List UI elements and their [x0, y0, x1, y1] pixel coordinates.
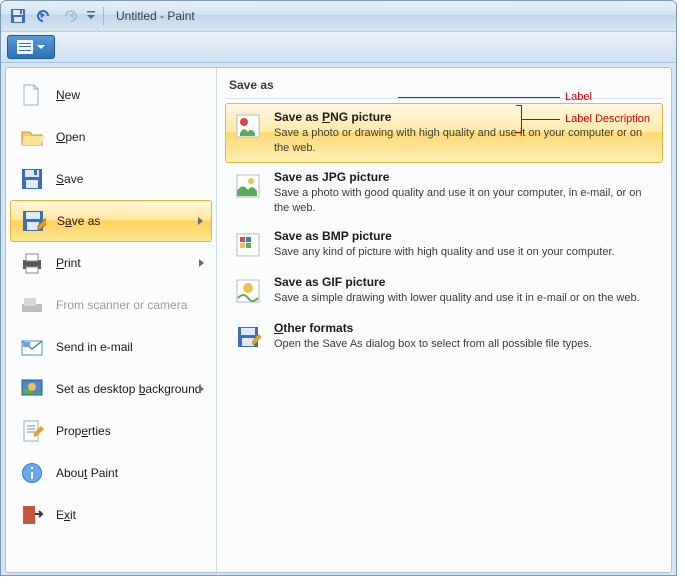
option-description: Save any kind of picture with high quali…	[274, 245, 656, 260]
save-icon	[18, 165, 46, 193]
saveas-option-bmp[interactable]: Save as BMP picture Save any kind of pict…	[225, 222, 663, 268]
menu-item-about-paint[interactable]: About Paint	[10, 452, 212, 494]
saveas-icon	[19, 207, 47, 235]
application-menu-button[interactable]	[7, 35, 55, 59]
gif-icon	[232, 275, 264, 307]
menu-item-label: Open	[56, 130, 85, 144]
option-title: Save as BMP picture	[274, 229, 656, 243]
print-icon	[18, 249, 46, 277]
new-icon	[18, 81, 46, 109]
about-icon	[18, 459, 46, 487]
saveas-option-png[interactable]: Save as PNG pictureSave a photo or drawi…	[225, 103, 663, 163]
option-description: Open the Save As dialog box to select fr…	[274, 337, 656, 352]
redo-icon[interactable]	[59, 5, 81, 27]
ribbon-tab-strip	[1, 31, 676, 63]
bmp-icon	[232, 229, 264, 261]
undo-icon[interactable]	[33, 5, 55, 27]
annotation-line	[398, 97, 560, 98]
submenu-arrow-icon	[199, 259, 204, 267]
application-menu-panel: New Open Save Save as Print From scanner or c…	[5, 67, 672, 573]
menu-item-label: From scanner or camera	[56, 298, 187, 312]
menu-item-label: Print	[56, 256, 81, 270]
menu-item-properties[interactable]: Properties	[10, 410, 212, 452]
paint-window: Untitled - Paint New Open Save Save as Print…	[0, 0, 677, 576]
menu-item-label: Save as	[57, 214, 100, 228]
submenu-arrow-icon	[198, 217, 203, 225]
menu-item-open[interactable]: Open	[10, 116, 212, 158]
quick-access-toolbar	[7, 5, 106, 27]
option-description: Save a photo with good quality and use i…	[274, 186, 656, 216]
menu-item-send-in-e-mail[interactable]: Send in e-mail	[10, 326, 212, 368]
saveas-option-gif[interactable]: Save as GIF picture Save a simple drawing…	[225, 268, 663, 314]
menu-item-save[interactable]: Save	[10, 158, 212, 200]
chevron-down-icon	[37, 45, 45, 49]
option-title: Save as JPG picture	[274, 170, 656, 184]
saveas-header: Save as	[225, 74, 663, 99]
saveas-option-other[interactable]: Other formats Open the Save As dialog box…	[225, 314, 663, 360]
window-title: Untitled - Paint	[116, 9, 195, 23]
png-icon	[232, 110, 264, 142]
menu-icon	[17, 40, 33, 54]
menu-list: New Open Save Save as Print From scanner or c…	[6, 68, 217, 572]
option-description: Save a simple drawing with lower quality…	[274, 291, 656, 306]
annotation-label-description: Label Description	[565, 113, 650, 125]
menu-item-exit[interactable]: Exit	[10, 494, 212, 536]
other-icon	[232, 321, 264, 353]
menu-item-label: Send in e-mail	[56, 340, 133, 354]
menu-item-label: New	[56, 88, 80, 102]
menu-item-label: Properties	[56, 424, 111, 438]
option-title: Other formats	[274, 321, 656, 335]
saveas-option-jpg[interactable]: Save as JPG picture Save a photo with goo…	[225, 163, 663, 223]
jpg-icon	[232, 170, 264, 202]
desktop-icon	[18, 375, 46, 403]
open-icon	[18, 123, 46, 151]
submenu-arrow-icon	[199, 385, 204, 393]
props-icon	[18, 417, 46, 445]
email-icon	[18, 333, 46, 361]
qat-customize-icon[interactable]	[85, 5, 97, 27]
menu-item-from-scanner-or-camera: From scanner or camera	[10, 284, 212, 326]
annotation-label: Label	[565, 91, 592, 103]
menu-item-set-as-desktop-background[interactable]: Set as desktop background	[10, 368, 212, 410]
titlebar: Untitled - Paint	[1, 1, 676, 31]
exit-icon	[18, 501, 46, 529]
menu-item-label: Set as desktop background	[56, 382, 201, 396]
menu-item-new[interactable]: New	[10, 74, 212, 116]
menu-item-label: Exit	[56, 508, 76, 522]
scanner-icon	[18, 291, 46, 319]
menu-item-label: Save	[56, 172, 83, 186]
annotation-line	[522, 119, 560, 120]
save-icon[interactable]	[7, 5, 29, 27]
option-title: Save as GIF picture	[274, 275, 656, 289]
menu-item-print[interactable]: Print	[10, 242, 212, 284]
menu-item-save-as[interactable]: Save as	[10, 200, 212, 242]
menu-item-label: About Paint	[56, 466, 118, 480]
option-description: Save a photo or drawing with high qualit…	[274, 126, 656, 156]
separator	[103, 7, 104, 25]
saveas-pane: Save as Save as PNG pictureSave a photo …	[217, 68, 671, 572]
